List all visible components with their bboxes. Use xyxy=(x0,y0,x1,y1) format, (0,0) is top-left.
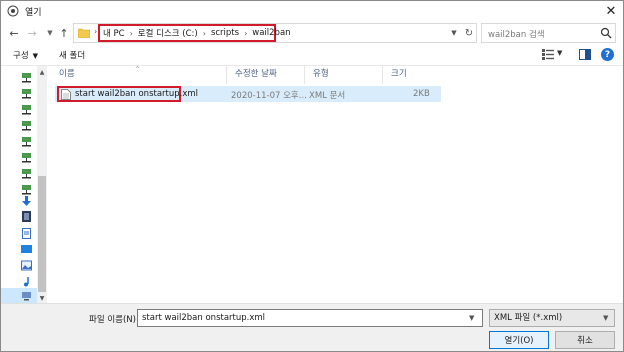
network-drive-icon[interactable] xyxy=(21,120,32,131)
address-dropdown-button[interactable]: ▼ xyxy=(448,27,460,39)
chevron-down-icon[interactable]: ▼ xyxy=(603,314,608,322)
scroll-up-icon[interactable]: ▲ xyxy=(37,66,47,78)
desktop-icon[interactable] xyxy=(21,244,32,255)
arrow-up-icon: ↑ xyxy=(59,26,69,40)
chevron-right-icon: › xyxy=(244,28,248,38)
back-button[interactable]: ← xyxy=(7,24,21,42)
chevron-right-icon: › xyxy=(129,28,133,38)
breadcrumb: 내 PC › 로컬 디스크 (C:) › scripts › wail2ban xyxy=(98,24,291,42)
chevron-right-icon: › xyxy=(94,27,98,36)
file-row[interactable]: start wail2ban onstartup.xml 2020-11-07 … xyxy=(55,86,441,102)
chevron-down-icon[interactable]: ▼ xyxy=(469,314,474,322)
chevron-down-icon: ▼ xyxy=(32,52,39,60)
chevron-down-icon: ▼ xyxy=(451,29,457,37)
search-input[interactable]: wail2ban 검색 xyxy=(481,23,616,43)
view-options-icon[interactable] xyxy=(542,49,554,60)
recent-locations-button[interactable]: ▼ xyxy=(43,24,57,42)
preview-pane-icon[interactable] xyxy=(579,49,591,60)
network-drive-icon[interactable] xyxy=(21,184,32,195)
refresh-icon: ↻ xyxy=(464,27,474,39)
close-icon: ✕ xyxy=(605,3,617,19)
scrollbar-thumb[interactable] xyxy=(38,176,46,292)
network-drive-icon[interactable] xyxy=(21,88,32,99)
downloads-icon[interactable] xyxy=(21,196,32,207)
help-icon[interactable]: ? xyxy=(601,48,614,61)
file-type: XML 문서 xyxy=(309,91,346,101)
filename-field[interactable]: start wail2ban onstartup.xml xyxy=(137,309,483,327)
refresh-button[interactable]: ↻ xyxy=(462,26,476,40)
app-icon xyxy=(7,5,19,17)
navigation-scrollbar[interactable]: ▲ ▼ xyxy=(37,66,47,304)
videos-icon[interactable] xyxy=(21,211,32,222)
pictures-icon[interactable] xyxy=(21,260,32,271)
network-drive-icon[interactable] xyxy=(21,168,32,179)
bottom-panel: 파일 이름(N): start wail2ban onstartup.xml ▼… xyxy=(1,303,623,351)
column-header-size[interactable]: 크기 xyxy=(383,66,443,84)
file-name-cell[interactable]: start wail2ban onstartup.xml xyxy=(57,86,198,102)
network-drive-icon[interactable] xyxy=(21,72,32,83)
column-header-name[interactable]: ^ 이름 xyxy=(51,66,227,84)
network-drive-icon[interactable] xyxy=(21,104,32,115)
file-list: ^ 이름 수정한 날짜 유형 크기 start wail2ban onstart… xyxy=(51,65,623,303)
column-header-type[interactable]: 유형 xyxy=(305,66,383,84)
column-header-date[interactable]: 수정한 날짜 xyxy=(227,66,305,84)
breadcrumb-item-local-disk[interactable]: 로컬 디스크 (C:) xyxy=(138,27,198,39)
xml-file-icon xyxy=(61,88,71,100)
breadcrumb-item-this-pc[interactable]: 내 PC xyxy=(103,27,125,39)
open-button[interactable]: 열기(O) xyxy=(489,331,549,349)
up-button[interactable]: ↑ xyxy=(57,24,71,42)
new-folder-button[interactable]: 새 폴더 xyxy=(59,49,85,61)
documents-icon[interactable] xyxy=(21,228,32,239)
cancel-button[interactable]: 취소 xyxy=(555,331,615,349)
file-size: 2KB xyxy=(413,89,430,99)
organize-label: 구성 xyxy=(13,51,29,61)
chevron-down-icon[interactable]: ▼ xyxy=(557,49,562,57)
file-name: start wail2ban onstartup.xml xyxy=(75,89,199,99)
navigation-pane: ▲ ▼ xyxy=(1,65,51,304)
chevron-right-icon: › xyxy=(202,28,206,38)
breadcrumb-item-wail2ban[interactable]: wail2ban xyxy=(252,28,290,38)
window-title: 열기 xyxy=(25,8,42,18)
breadcrumb-item-scripts[interactable]: scripts xyxy=(211,28,239,38)
network-drive-icon[interactable] xyxy=(21,152,32,163)
sort-caret-icon: ^ xyxy=(135,66,141,73)
folder-icon xyxy=(78,28,90,38)
title-bar: 열기 ✕ xyxy=(1,1,623,21)
chevron-down-icon: ▼ xyxy=(47,29,53,37)
navigation-bar: ← → ▼ ↑ › 내 PC › 로컬 디스크 (C:) › scripts ›… xyxy=(1,21,623,45)
command-toolbar: 구성 ▼ 새 폴더 ▼ ? xyxy=(1,45,623,65)
search-placeholder: wail2ban 검색 xyxy=(488,30,545,40)
this-pc-icon[interactable] xyxy=(21,291,32,302)
file-date: 2020-11-07 오후... xyxy=(231,91,307,101)
filename-label: 파일 이름(N): xyxy=(89,315,139,325)
arrow-left-icon: ← xyxy=(9,26,19,40)
forward-button[interactable]: → xyxy=(25,24,39,42)
music-icon[interactable] xyxy=(21,276,32,287)
file-type-filter[interactable]: XML 파일 (*.xml) xyxy=(489,309,615,327)
organize-button[interactable]: 구성 ▼ xyxy=(13,49,38,61)
column-header-name-label: 이름 xyxy=(59,69,75,79)
search-icon xyxy=(600,27,612,39)
arrow-right-icon: → xyxy=(27,26,37,40)
network-drive-icon[interactable] xyxy=(21,136,32,147)
close-button[interactable]: ✕ xyxy=(599,1,623,21)
address-bar[interactable]: › 내 PC › 로컬 디스크 (C:) › scripts › wail2ba… xyxy=(73,23,477,43)
open-file-dialog: 열기 ✕ ← → ▼ ↑ › 내 PC › 로컬 디스크 (C:) › scri… xyxy=(0,0,624,352)
